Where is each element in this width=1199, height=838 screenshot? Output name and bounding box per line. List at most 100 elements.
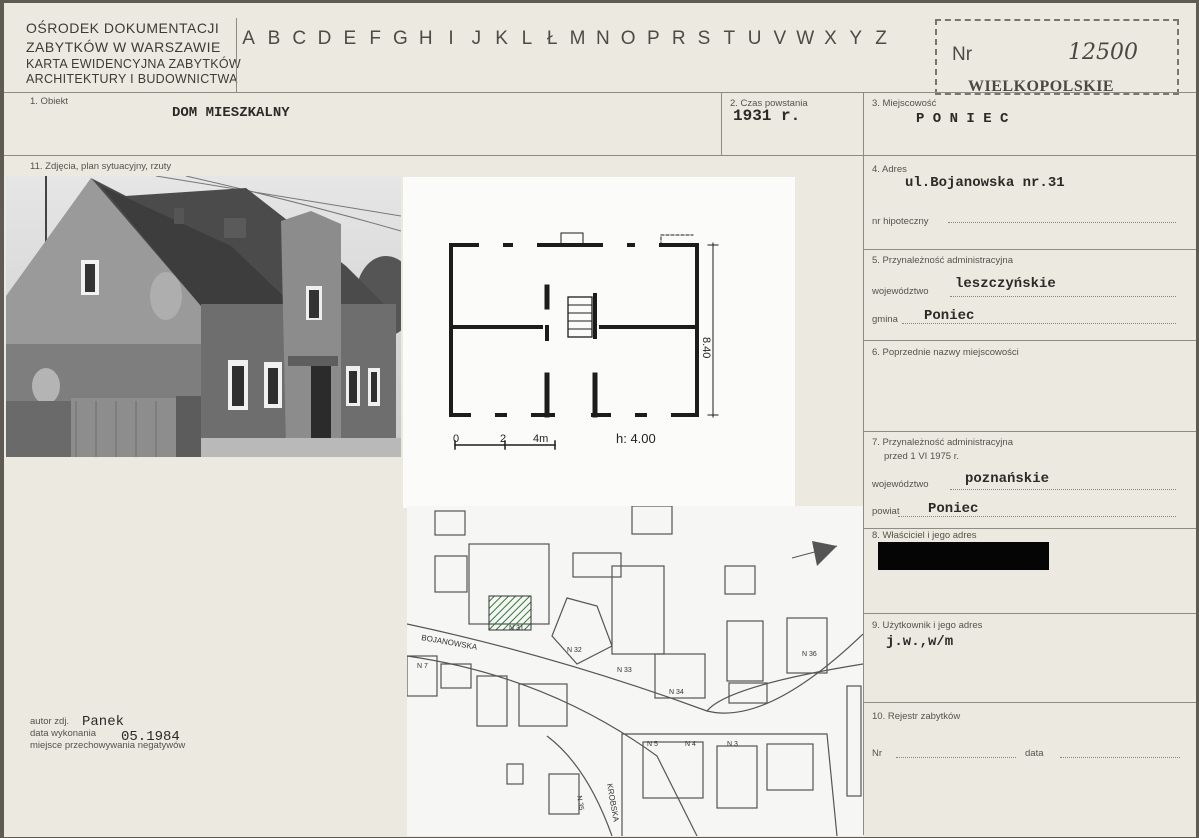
entry-line (896, 757, 1016, 758)
street-bojanowska: BOJANOWSKA (421, 633, 479, 652)
institution-line-4: ARCHITEKTURY I BUDOWNICTWA (26, 72, 238, 86)
divider (864, 431, 1196, 432)
letter: D (317, 28, 332, 49)
letter: L (521, 28, 533, 49)
letter: Ł (546, 28, 558, 49)
institution-line-1: OŚRODEK DOKUMENTACJI (26, 20, 220, 36)
house-photo-drawing (6, 176, 401, 457)
floor-plan: 0 2 4m h: 4.00 8.40 (403, 177, 795, 508)
house-number: N 4 (685, 741, 696, 748)
letter: W (796, 28, 815, 49)
letter: Y (849, 28, 863, 49)
divider (236, 18, 237, 92)
letter: X (824, 28, 837, 49)
letter: S (697, 28, 711, 49)
wlasciciel-label: 8. Właściciel i jego adres (872, 530, 977, 541)
house-number: N 31 (509, 625, 524, 632)
rejestr-label: 10. Rejestr zabytków (872, 711, 961, 722)
letter: U (747, 28, 762, 49)
zdjecia-label: 11. Zdjęcia, plan sytuacyjny, rzuty (30, 161, 172, 172)
floor-plan-drawing: 0 2 4m h: 4.00 8.40 (449, 232, 719, 450)
autor-label: autor zdj. (30, 716, 70, 727)
redaction-bar (878, 542, 1049, 570)
letter: B (267, 28, 281, 49)
obiekt-label: 1. Obiekt (30, 96, 69, 107)
alphabet-index: A B C D E F G H I J K L Ł M N O P R S T … (236, 28, 894, 50)
entry-line (950, 296, 1176, 297)
wojewodztwo-value: leszczyńskie (955, 276, 1056, 292)
scale-zero: 0 (453, 433, 459, 445)
letter: Z (875, 28, 887, 49)
powiat-value: Poniec (928, 501, 979, 517)
letter: K (495, 28, 508, 49)
czas-value: 1931 r. (733, 107, 801, 125)
height-note: h: 4.00 (616, 431, 656, 446)
site-map: BOJANOWSKA KROBSKA N 31 N 32 N 33 N 34 N… (407, 506, 863, 836)
letter: E (343, 28, 357, 49)
wojewodztwo-1975-label: województwo (872, 479, 929, 490)
scale-mid: 2 (500, 433, 506, 445)
przynaleznosc-1975-label: 7. Przynależność administracyjna (872, 437, 1013, 448)
letter: N (595, 28, 610, 49)
divider (864, 528, 1196, 529)
region-stamp: WIELKOPOLSKIE (968, 78, 1115, 95)
letter: H (418, 28, 433, 49)
letter: A (242, 28, 255, 49)
divider (864, 340, 1196, 341)
gmina-label: gmina (872, 314, 898, 325)
divider (863, 93, 864, 835)
house-number: N 3 (727, 741, 738, 748)
obiekt-value: DOM MIESZKALNY (172, 105, 290, 121)
powiat-label: powiat (872, 506, 900, 517)
entry-line (950, 489, 1176, 490)
divider (4, 155, 1196, 156)
letter: I (448, 28, 454, 49)
side-dimension: 8.40 (700, 337, 712, 358)
house-number: N 7 (417, 663, 428, 670)
hipoteczny-label: nr hipoteczny (872, 216, 929, 227)
scale-end: 4m (533, 433, 548, 445)
letter: J (471, 28, 482, 49)
divider (864, 249, 1196, 250)
wojewodztwo-1975-value: poznańskie (965, 471, 1050, 487)
wojewodztwo-label: województwo (872, 286, 929, 297)
rejestr-data-label: data (1025, 748, 1044, 759)
nr-value: 12500 (1068, 40, 1138, 65)
house-number: N 5 (647, 741, 658, 748)
institution-line-3: KARTA EWIDENCYJNA ZABYTKÓW (26, 57, 242, 71)
divider (4, 92, 1196, 93)
entry-line (1060, 757, 1180, 758)
miejscowosc-value: P O N I E C (916, 111, 1009, 127)
przynaleznosc-1975-date: przed 1 VI 1975 r. (884, 451, 959, 462)
site-map-drawing: BOJANOWSKA KROBSKA N 31 N 32 N 33 N 34 N… (407, 506, 863, 836)
house-number: N 34 (669, 689, 684, 696)
letter: T (723, 28, 736, 49)
letter: R (671, 28, 686, 49)
street-krobska: KROBSKA (605, 783, 621, 823)
uzytkownik-value: j.w.,w/m (886, 634, 954, 650)
letter: P (647, 28, 660, 49)
divider (721, 93, 722, 155)
uzytkownik-label: 9. Użytkownik i jego adres (872, 620, 983, 631)
adres-label: 4. Adres (872, 164, 907, 175)
letter: C (292, 28, 307, 49)
house-number: N 32 (567, 647, 582, 654)
institution-line-2: ZABYTKÓW W WARSZAWIE (26, 39, 221, 55)
divider (864, 613, 1196, 614)
entry-line (948, 222, 1176, 223)
data-wykonania-label: data wykonania (30, 728, 97, 739)
letter: G (393, 28, 408, 49)
letter: O (620, 28, 636, 49)
miejscowosc-label: 3. Miejscowość (872, 98, 937, 109)
poprzednie-label: 6. Poprzednie nazwy miejscowości (872, 347, 1019, 358)
divider (864, 702, 1196, 703)
house-number: N 36 (802, 651, 817, 658)
przynaleznosc-label: 5. Przynależność administracyjna (872, 255, 1013, 266)
letter: F (369, 28, 381, 49)
letter: V (773, 28, 787, 49)
negatywy-label: miejsce przechowywania negatywów (30, 740, 186, 751)
house-number: N 33 (617, 667, 632, 674)
rejestr-nr-label: Nr (872, 748, 883, 759)
nr-label: Nr (952, 44, 973, 65)
gmina-value: Poniec (924, 308, 975, 324)
